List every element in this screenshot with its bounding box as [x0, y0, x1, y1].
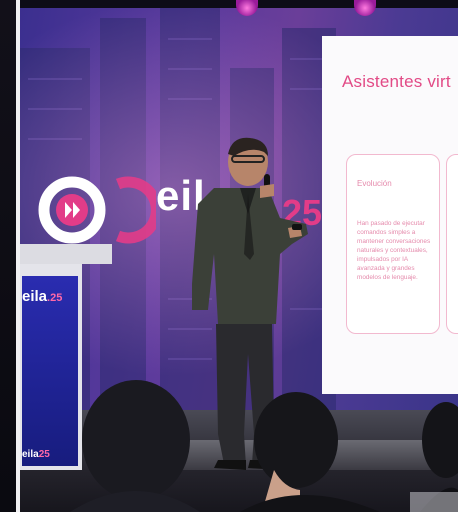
podium-logo-bottom-main: eila: [22, 449, 39, 460]
slide-title: Asistentes virt: [342, 72, 451, 91]
speaker: [192, 137, 308, 470]
podium-logo-bottom: eila25: [22, 448, 50, 460]
adjacent-photo-strip: [0, 0, 16, 512]
podium-logo-bottom-year: 25: [38, 449, 50, 460]
slide-card-partial: [446, 154, 458, 334]
podium-logo: eila.25: [22, 288, 62, 305]
eila-logo-mark: [38, 176, 156, 244]
podium-logo-main: eila: [22, 288, 48, 305]
slide-card: Evolución Han pasado de ejecutar comando…: [346, 154, 440, 334]
slide-card-body: Han pasado de ejecutar comandos simples …: [357, 220, 431, 281]
presentation-slide: Asistentes virt Evolución Han pasado de …: [322, 36, 458, 394]
slide-card-heading: Evolución: [357, 179, 392, 188]
podium-logo-year: .25: [47, 292, 63, 304]
podium: eila.25 eila25: [20, 244, 112, 470]
event-photo: eil 25 Asistentes virt Evolución Han pas…: [0, 0, 458, 512]
podium-top: [20, 244, 112, 264]
